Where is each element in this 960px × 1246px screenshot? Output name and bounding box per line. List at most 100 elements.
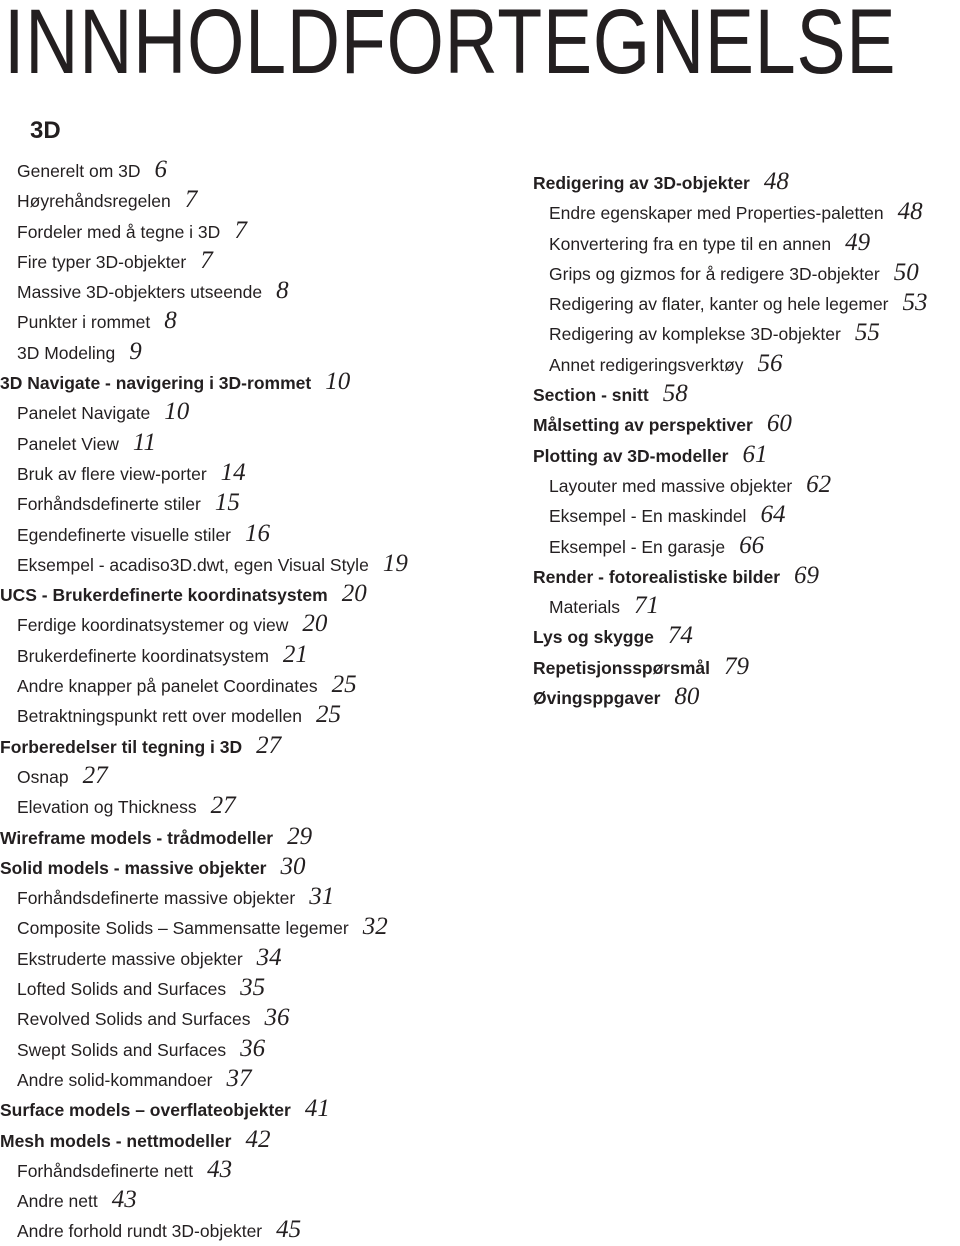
toc-entry-label: Surface models – overflateobjekter xyxy=(0,1100,291,1121)
toc-page-number: 10 xyxy=(325,368,351,396)
toc-entry-label: 3D Navigate - navigering i 3D-rommet xyxy=(0,373,312,394)
toc-page-number: 43 xyxy=(207,1155,233,1183)
toc-subentry[interactable]: Forhåndsdefinerte massive objekter 31 xyxy=(0,882,408,912)
toc-chapter-entry[interactable]: Repetisjonsspørsmål 79 xyxy=(533,652,928,682)
toc-subentry[interactable]: Fire typer 3D-objekter 7 xyxy=(0,246,408,276)
toc-page-number: 27 xyxy=(256,731,282,759)
toc-page-number: 36 xyxy=(264,1004,290,1032)
toc-entry-label: Swept Solids and Surfaces xyxy=(17,1039,227,1060)
toc-page-number: 10 xyxy=(164,398,190,426)
toc-entry-label: Redigering av komplekse 3D-objekter xyxy=(549,324,841,345)
toc-entry-label: Solid models - massive objekter xyxy=(0,857,267,878)
toc-subentry[interactable]: Swept Solids and Surfaces 36 xyxy=(0,1034,408,1064)
toc-subentry[interactable]: Massive 3D-objekters utseende 8 xyxy=(0,276,408,306)
toc-page-number: 7 xyxy=(184,186,198,214)
toc-subentry[interactable]: Bruk av flere view-porter 14 xyxy=(0,458,408,488)
toc-subentry[interactable]: Panelet View 11 xyxy=(0,428,408,458)
toc-subentry[interactable]: Annet redigeringsverktøy 56 xyxy=(533,349,928,379)
toc-entry-label: Egendefinerte visuelle stiler xyxy=(17,524,232,545)
toc-subentry[interactable]: Generelt om 3D 6 xyxy=(0,155,408,185)
page-title: INNHOLDFORTEGNELSE xyxy=(4,0,897,93)
toc-chapter-entry[interactable]: Målsetting av perspektiver 60 xyxy=(533,409,928,439)
section-heading: 3D xyxy=(30,117,61,144)
toc-subentry[interactable]: Eksempel - En garasje 66 xyxy=(533,531,928,561)
toc-page-number: 30 xyxy=(280,852,306,880)
toc-subentry[interactable]: Andre solid-kommandoer 37 xyxy=(0,1064,408,1094)
toc-subentry[interactable]: Elevation og Thickness 27 xyxy=(0,791,408,821)
toc-page-number: 29 xyxy=(287,822,313,850)
toc-chapter-entry[interactable]: Mesh models - nettmodeller 42 xyxy=(0,1125,408,1155)
toc-page-number: 48 xyxy=(763,168,789,195)
toc-chapter-entry[interactable]: Forberedelser til tegning i 3D 27 xyxy=(0,731,408,761)
toc-entry-label: Lofted Solids and Surfaces xyxy=(17,979,227,1000)
toc-subentry[interactable]: Ferdige koordinatsystemer og view 20 xyxy=(0,609,408,639)
toc-subentry[interactable]: Punkter i rommet 8 xyxy=(0,306,408,336)
toc-chapter-entry[interactable]: Øvingsppgaver 80 xyxy=(533,682,928,712)
toc-chapter-entry[interactable]: Plotting av 3D-modeller 61 xyxy=(533,440,928,470)
toc-page-number: 53 xyxy=(902,289,928,317)
toc-subentry[interactable]: Eksempel - En maskindel 64 xyxy=(533,500,928,530)
toc-subentry[interactable]: Redigering av flater, kanter og hele leg… xyxy=(533,288,928,318)
toc-page-number: 37 xyxy=(226,1064,252,1092)
toc-subentry[interactable]: Lofted Solids and Surfaces 35 xyxy=(0,973,408,1003)
toc-chapter-entry[interactable]: UCS - Brukerdefinerte koordinatsystem 20 xyxy=(0,579,408,609)
toc-subentry[interactable]: Egendefinerte visuelle stiler 16 xyxy=(0,519,408,549)
toc-chapter-entry[interactable]: 3D Navigate - navigering i 3D-rommet 10 xyxy=(0,367,408,397)
toc-subentry[interactable]: Betraktningspunkt rett over modellen 25 xyxy=(0,700,408,730)
toc-page-number: 31 xyxy=(309,883,335,911)
toc-entry-label: Lys og skygge xyxy=(533,627,654,648)
toc-subentry[interactable]: Endre egenskaper med Properties-paletten… xyxy=(533,197,928,227)
toc-page-number: 66 xyxy=(739,531,765,559)
toc-subentry[interactable]: Layouter med massive objekter 62 xyxy=(533,470,928,500)
toc-subentry[interactable]: Materials 71 xyxy=(533,591,928,621)
toc-subentry[interactable]: Fordeler med å tegne i 3D 7 xyxy=(0,216,408,246)
toc-subentry[interactable]: Andre nett 43 xyxy=(0,1185,408,1215)
toc-page-number: 58 xyxy=(662,380,688,408)
toc-entry-label: 3D Modeling xyxy=(17,342,116,363)
toc-subentry[interactable]: Panelet Navigate 10 xyxy=(0,397,408,427)
toc-page-number: 35 xyxy=(240,974,266,1002)
toc-chapter-entry[interactable]: Lys og skygge 74 xyxy=(533,621,928,651)
toc-subentry[interactable]: Eksempel - acadiso3D.dwt, egen Visual St… xyxy=(0,549,408,579)
toc-page-number: 32 xyxy=(362,913,388,941)
toc-entry-label: Brukerdefinerte koordinatsystem xyxy=(17,645,269,666)
toc-chapter-entry[interactable]: Redigering av 3D-objekter 48 xyxy=(533,167,928,197)
toc-entry-label: Forhåndsdefinerte nett xyxy=(17,1160,194,1181)
toc-subentry[interactable]: Grips og gizmos for å redigere 3D-objekt… xyxy=(533,258,928,288)
toc-entry-label: Andre solid-kommandoer xyxy=(17,1069,213,1090)
toc-subentry[interactable]: 3D Modeling 9 xyxy=(0,337,408,367)
toc-subentry[interactable]: Composite Solids – Sammensatte legemer 32 xyxy=(0,912,408,942)
toc-subentry[interactable]: Osnap 27 xyxy=(0,761,408,791)
toc-page-number: 8 xyxy=(164,307,177,335)
toc-chapter-entry[interactable]: Solid models - massive objekter 30 xyxy=(0,852,408,882)
toc-page-number: 61 xyxy=(742,440,768,468)
toc-entry-label: Wireframe models - trådmodeller xyxy=(0,827,274,848)
toc-subentry[interactable]: Konvertering fra en type til en annen 49 xyxy=(533,228,928,258)
toc-page-number: 25 xyxy=(316,701,342,729)
toc-entry-label: Panelet View xyxy=(17,433,119,454)
toc-subentry[interactable]: Forhåndsdefinerte stiler 15 xyxy=(0,488,408,518)
toc-subentry[interactable]: Forhåndsdefinerte nett 43 xyxy=(0,1155,408,1185)
toc-subentry[interactable]: Revolved Solids and Surfaces 36 xyxy=(0,1003,408,1033)
toc-chapter-entry[interactable]: Render - fotorealistiske bilder 69 xyxy=(533,561,928,591)
toc-page-number: 55 xyxy=(854,319,880,347)
toc-page-number: 36 xyxy=(240,1034,266,1062)
toc-page-number: 56 xyxy=(757,349,783,377)
toc-chapter-entry[interactable]: Wireframe models - trådmodeller 29 xyxy=(0,822,408,852)
toc-entry-label: Endre egenskaper med Properties-paletten xyxy=(549,203,884,224)
toc-subentry[interactable]: Høyrehåndsregelen 7 xyxy=(0,185,408,215)
toc-subentry[interactable]: Andre knapper på panelet Coordinates 25 xyxy=(0,670,408,700)
toc-subentry[interactable]: Andre forhold rundt 3D-objekter 45 xyxy=(0,1215,408,1245)
toc-subentry[interactable]: Ekstruderte massive objekter 34 xyxy=(0,943,408,973)
toc-page-number: 50 xyxy=(893,258,919,286)
toc-page-number: 7 xyxy=(234,216,247,244)
toc-subentry[interactable]: Redigering av komplekse 3D-objekter 55 xyxy=(533,318,928,348)
toc-chapter-entry[interactable]: Section - snitt 58 xyxy=(533,379,928,409)
toc-subentry[interactable]: Brukerdefinerte koordinatsystem 21 xyxy=(0,640,408,670)
toc-entry-label: Elevation og Thickness xyxy=(17,797,197,818)
toc-entry-label: Osnap xyxy=(17,766,69,787)
toc-page-number: 27 xyxy=(210,792,236,820)
toc-page-number: 8 xyxy=(276,277,289,305)
toc-page-number: 69 xyxy=(794,561,820,589)
toc-chapter-entry[interactable]: Surface models – overflateobjekter 41 xyxy=(0,1094,408,1124)
